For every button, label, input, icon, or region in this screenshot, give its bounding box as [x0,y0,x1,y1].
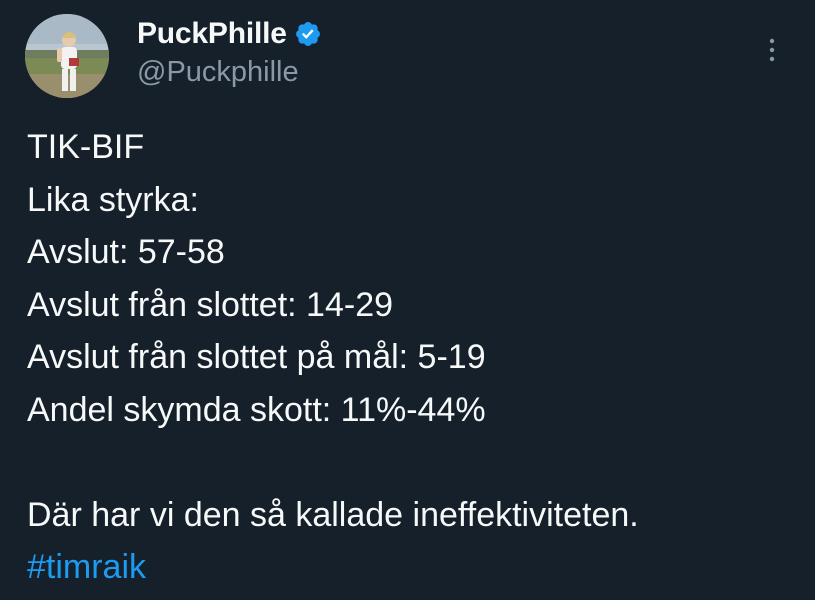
hashtag-line: #timraik [27,541,639,594]
tweet-line: Avslut: 57-58 [27,233,225,271]
verified-badge-icon [294,20,322,48]
tweet-line: Avslut från slottet: 14-29 [27,285,394,324]
more-options-icon [769,38,775,62]
user-info: PuckPhille @Puckphille [137,14,322,89]
tweet: PuckPhille @Puckphille TIK-BIF Lika styr… [0,0,815,600]
display-name-row: PuckPhille [137,14,322,54]
more-options-button[interactable] [757,30,787,70]
tweet-line: TIK-BIF [27,128,145,166]
display-name[interactable]: PuckPhille [137,17,287,51]
tweet-line: Andel skymda skott: 11%-44% [27,390,486,429]
avatar[interactable] [25,14,109,98]
profile-photo-icon [25,14,109,98]
tweet-text: TIK-BIF Lika styrka: Avslut: 57-58 Avslu… [27,121,639,594]
user-handle[interactable]: @Puckphille [137,56,322,89]
hashtag-link[interactable]: #timraik [27,548,146,586]
tweet-line: Avslut från slottet på mål: 5-19 [27,338,486,376]
paragraph-break [27,436,639,489]
tweet-line: Lika styrka: [27,180,199,219]
tweet-closing-line: Där har vi den så kallade ineffektivitet… [27,495,639,534]
